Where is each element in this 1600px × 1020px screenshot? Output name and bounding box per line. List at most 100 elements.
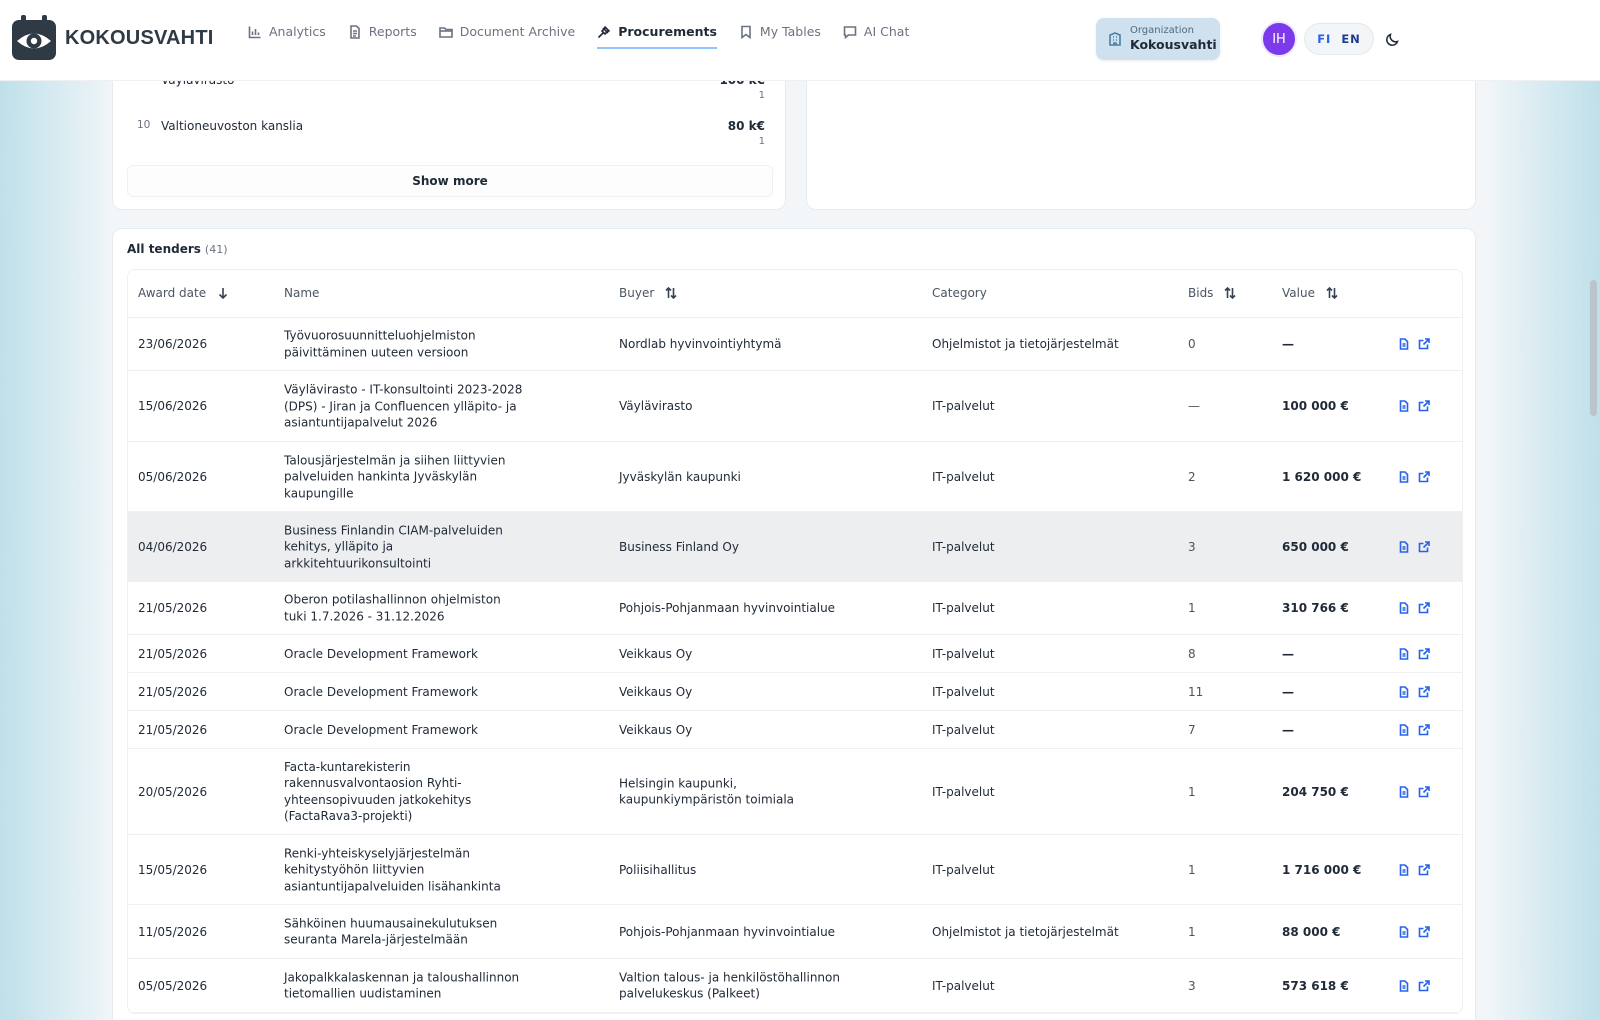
row-actions — [1398, 723, 1430, 736]
document-icon[interactable] — [1398, 979, 1410, 992]
row-actions — [1398, 863, 1430, 876]
sort-icon[interactable] — [1223, 286, 1237, 300]
top-right-card — [806, 60, 1476, 210]
bids-cell: 11 — [1188, 684, 1204, 699]
document-icon[interactable] — [1398, 540, 1410, 553]
column-label: Name — [284, 286, 320, 300]
nav-analytics[interactable]: Analytics — [248, 24, 326, 49]
external-link-icon[interactable] — [1418, 785, 1430, 798]
table-row[interactable]: 15/06/2026 Väylävirasto - IT-konsultointi… — [128, 371, 1462, 442]
external-link-icon[interactable] — [1418, 723, 1430, 736]
buyer-cell: Veikkaus Oy — [619, 646, 693, 661]
buyer-cell: Business Finland Oy — [619, 539, 739, 554]
award-date-cell: 21/05/2026 — [138, 684, 208, 699]
award-date-cell: 21/05/2026 — [138, 646, 208, 661]
category-cell: IT-palvelut — [932, 684, 995, 699]
value-cell: 573 618 € — [1282, 978, 1349, 993]
bids-cell: 3 — [1188, 539, 1196, 554]
value-cell: 1 716 000 € — [1282, 862, 1362, 877]
column-buyer[interactable]: Buyer — [619, 286, 678, 300]
external-link-icon[interactable] — [1418, 470, 1430, 483]
page-scrollbar[interactable] — [1589, 81, 1597, 1020]
nav-reports[interactable]: Reports — [348, 24, 417, 49]
nav-label: Document Archive — [459, 24, 576, 39]
table-row[interactable]: 21/05/2026 Oracle Development Framework Ve… — [128, 673, 1462, 711]
sort-icon[interactable] — [664, 286, 678, 300]
award-date-cell: 11/05/2026 — [138, 924, 208, 939]
external-link-icon[interactable] — [1418, 338, 1430, 350]
external-link-icon[interactable] — [1418, 863, 1430, 876]
scrollbar-thumb[interactable] — [1590, 280, 1597, 416]
folder-icon — [438, 26, 453, 38]
arrow-down-icon[interactable] — [216, 286, 230, 300]
column-value[interactable]: Value — [1282, 286, 1339, 300]
award-date-cell: 05/06/2026 — [138, 469, 208, 484]
document-icon[interactable] — [1398, 400, 1410, 412]
external-link-icon[interactable] — [1418, 602, 1430, 614]
buyer-cell: Veikkaus Oy — [619, 722, 693, 737]
table-row[interactable]: 05/06/2026 Talousjärjestelmän ja siihen l… — [128, 442, 1462, 512]
moon-icon[interactable] — [1385, 31, 1401, 47]
document-icon[interactable] — [1398, 723, 1410, 736]
buyer-count: 1 — [758, 90, 765, 101]
show-more-button[interactable]: Show more — [127, 165, 773, 197]
section-title: All tenders (41) — [127, 242, 228, 256]
bids-cell: 1 — [1188, 862, 1196, 877]
award-date-cell: 05/05/2026 — [138, 978, 208, 993]
nav-label: AI Chat — [863, 24, 910, 39]
document-icon[interactable] — [1398, 925, 1410, 938]
table-row[interactable]: 15/05/2026 Renki-yhteiskyselyjärjestelmän… — [128, 835, 1462, 905]
document-icon[interactable] — [1398, 863, 1410, 876]
tender-name-cell: Sähköinen huumausainekulutuksen seuranta… — [284, 916, 498, 947]
document-icon[interactable] — [1398, 470, 1410, 483]
document-icon[interactable] — [1398, 602, 1410, 614]
document-icon[interactable] — [1398, 785, 1410, 798]
external-link-icon[interactable] — [1418, 647, 1430, 660]
table-row[interactable]: 20/05/2026 Facta-kuntarekisterin rakennus… — [128, 749, 1462, 835]
value-cell: 88 000 € — [1282, 924, 1341, 939]
value-cell: — — [1282, 722, 1294, 737]
language-fi[interactable]: FI — [1317, 32, 1331, 46]
document-icon[interactable] — [1398, 685, 1410, 698]
external-link-icon[interactable] — [1418, 540, 1430, 553]
nav-my-tables[interactable]: My Tables — [739, 24, 821, 49]
column-bids[interactable]: Bids — [1188, 286, 1237, 300]
value-cell: 650 000 € — [1282, 539, 1349, 554]
user-avatar[interactable]: IH — [1261, 21, 1297, 57]
external-link-icon[interactable] — [1418, 925, 1430, 938]
bookmark-icon — [741, 25, 751, 39]
award-date-cell: 21/05/2026 — [138, 722, 208, 737]
table-row[interactable]: 21/05/2026 Oracle Development Framework Ve… — [128, 635, 1462, 673]
nav-ai-chat[interactable]: AI Chat — [843, 24, 909, 49]
column-award-date[interactable]: Award date — [138, 286, 230, 300]
table-row[interactable]: 04/06/2026 Business Finlandin CIAM-palvel… — [128, 512, 1462, 582]
sort-icon[interactable] — [1325, 286, 1339, 300]
language-en[interactable]: EN — [1341, 32, 1360, 46]
building-icon — [1109, 32, 1121, 46]
document-icon[interactable] — [1398, 647, 1410, 660]
row-actions — [1398, 470, 1430, 483]
external-link-icon[interactable] — [1418, 979, 1430, 992]
app-logo[interactable]: KOKOUSVAHTI — [10, 14, 214, 62]
category-cell: Ohjelmistot ja tietojärjestelmät — [932, 336, 1119, 351]
external-link-icon[interactable] — [1418, 400, 1430, 412]
nav-document-archive[interactable]: Document Archive — [438, 24, 576, 49]
column-label: Value — [1282, 286, 1315, 300]
external-link-icon[interactable] — [1418, 685, 1430, 698]
organization-switcher[interactable]: Organization Kokousvahti — [1096, 18, 1220, 60]
table-row[interactable]: 05/05/2026 Jakopalkkalaskennan ja taloush… — [128, 959, 1462, 1013]
buyer-cell: Veikkaus Oy — [619, 684, 693, 699]
table-row[interactable]: 11/05/2026 Sähköinen huumausainekulutukse… — [128, 905, 1462, 959]
document-icon[interactable] — [1398, 338, 1410, 350]
award-date-cell: 21/05/2026 — [138, 600, 208, 615]
buyer-cell: Valtion talous- ja henkilöstöhallinnon p… — [619, 970, 840, 1001]
main-nav: Analytics Reports Document Archive Procu… — [248, 24, 909, 49]
bids-cell: 1 — [1188, 784, 1196, 799]
table-row[interactable]: 21/05/2026 Oberon potilashallinnon ohjelm… — [128, 582, 1462, 635]
tender-name-cell: Oberon potilashallinnon ohjelmiston tuki… — [284, 592, 501, 624]
table-row[interactable]: 21/05/2026 Oracle Development Framework Ve… — [128, 711, 1462, 749]
nav-procurements[interactable]: Procurements — [597, 24, 717, 49]
award-date-cell: 15/06/2026 — [138, 398, 208, 413]
buyer-cell: Poliisihallitus — [619, 862, 697, 877]
table-row[interactable]: 23/06/2026 Työvuorosuunnitteluohjelmiston… — [128, 318, 1462, 371]
